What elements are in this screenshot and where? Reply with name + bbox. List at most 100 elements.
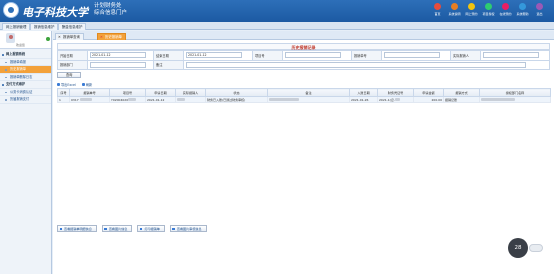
key-icon (485, 3, 492, 10)
collapse-arrow-icon[interactable] (46, 37, 50, 41)
reimb-no-field[interactable] (383, 52, 440, 59)
dept-field[interactable] (90, 61, 146, 68)
nav-home-label: 首页 (434, 12, 441, 16)
form-title: 历史报销记录 (57, 43, 550, 50)
search-button[interactable]: 查询 (57, 72, 82, 78)
close-icon[interactable]: ✕ (100, 34, 103, 41)
col-header[interactable]: 入账日期 (349, 88, 378, 97)
sidebar-item-past-payments[interactable]: 历届报销支付 (0, 96, 51, 104)
sidebar-item-delete-log[interactable]: 报销单删除日志 (0, 74, 51, 81)
redacted-text (79, 98, 92, 101)
user-name: 欢迎您 (16, 43, 26, 47)
bullet-icon (5, 61, 7, 64)
voucher-text: 2021-1(记- (379, 97, 395, 102)
nav-live-booking-label: 在线预约 (499, 12, 512, 16)
portal-header: 电子科技大学 计划财务处 综合信息门户 首页 系统说明 网上预约 项目授权 在线… (0, 0, 554, 22)
system-name-line2: 综合信息门户 (94, 9, 128, 16)
nav-project-auth[interactable]: 项目授权 (480, 3, 497, 16)
reimb-no-text: 0317 (71, 97, 79, 102)
sidebar: 欢迎您 网上报销系统 报销单填报 历史报销单 报销单删除日志 支付方式维护 公务… (0, 31, 52, 274)
start-date-field[interactable]: 2021-01-12 (90, 52, 146, 59)
col-header[interactable]: 申请金额 (413, 88, 444, 97)
redacted-text (269, 98, 299, 101)
sidebar-menu: 网上报销系统 报销单填报 历史报销单 报销单删除日志 支付方式维护 公务卡消费认… (0, 49, 51, 104)
end-date-field[interactable]: 2021-01-12 (186, 52, 243, 59)
sidebar-item-label: 报销单删除日志 (10, 74, 33, 79)
remark-label: 备注 (153, 59, 185, 70)
bullet-icon (2, 84, 4, 86)
cell-voucher: 2021-1(记- (377, 96, 414, 103)
nav-home[interactable]: 首页 (429, 3, 446, 16)
view-detail-button[interactable]: 查看报销单明细信息 (57, 225, 97, 232)
redacted-text (394, 98, 400, 101)
module-tab-info-maintenance[interactable]: 报销信息维护 (30, 23, 59, 30)
tab-reimbursement-query[interactable]: ✕ 报销单查询 (55, 33, 84, 40)
refresh-label: 刷新 (85, 82, 93, 87)
col-header[interactable]: 序号 (57, 88, 70, 97)
floating-widget-tab[interactable] (529, 244, 543, 252)
module-tab-pay-maintenance[interactable]: 酬金信息维护 (58, 23, 87, 30)
print-button[interactable]: 打印报销单 (137, 225, 165, 232)
sidebar-item-history[interactable]: 历史报销单 (0, 66, 51, 74)
grid-header-row: 序号 报销单号 项目号 申请日期 实际报销人 状态 备注 入账日期 财务凭证号 … (57, 88, 551, 97)
tab-label: 历史报销单 (105, 35, 122, 39)
end-date-label: 结束日期 (153, 50, 185, 61)
col-header[interactable]: 申请日期 (145, 88, 176, 97)
nav-live-booking[interactable]: 在线预约 (497, 3, 514, 16)
cell-amount: 200.00 (413, 96, 444, 103)
table-row[interactable]: 1 0317 Y02004020 2021-01-12 财务已入账(已通过财务审… (57, 96, 551, 103)
col-header[interactable]: 报销单号 (69, 88, 110, 97)
redacted-text (481, 98, 515, 101)
bullet-icon (5, 91, 7, 94)
university-name: 电子科技大学 (22, 6, 88, 19)
calendar-icon (468, 3, 475, 10)
sidebar-group-payment[interactable]: 支付方式维护 (0, 81, 51, 89)
col-header[interactable]: 备注 (267, 88, 350, 97)
module-tab-reimbursement[interactable]: 网上报销管理 (2, 23, 31, 30)
sidebar-item-fill-reimbursement[interactable]: 报销单填报 (0, 59, 51, 66)
nav-system-info[interactable]: 系统说明 (446, 3, 463, 16)
refresh-button[interactable]: 刷新 (81, 82, 93, 87)
col-header[interactable]: 状态 (205, 88, 268, 97)
sidebar-item-label: 网上报销系统 (6, 52, 26, 56)
sidebar-item-label: 历届报销支付 (10, 97, 30, 101)
tab-history[interactable]: ✕ 历史报销单 (97, 33, 126, 40)
sidebar-group-online-reimbursement[interactable]: 网上报销系统 (0, 51, 51, 59)
nav-online-booking[interactable]: 网上预约 (463, 3, 480, 16)
excel-icon (57, 82, 60, 86)
cell-reimb-no: 0317 (69, 96, 110, 103)
export-excel-button[interactable]: 导出Excel (57, 82, 76, 87)
redacted-text (177, 98, 185, 101)
cell-person (175, 96, 206, 103)
avatar (6, 33, 15, 43)
actual-person-label: 实际报销人 (449, 50, 481, 61)
logout-icon (536, 3, 543, 10)
project-field[interactable] (285, 52, 341, 59)
cell-project: Y02004020 (109, 96, 146, 103)
refresh-icon (81, 82, 85, 86)
nav-logout[interactable]: 退出 (531, 3, 548, 16)
project-text: Y02004020 (111, 97, 129, 102)
close-icon[interactable]: ✕ (58, 34, 61, 41)
col-header[interactable]: 财务凭证号 (377, 88, 414, 97)
nav-online-booking-label: 网上预约 (465, 12, 478, 16)
nav-system-info-label: 系统说明 (448, 12, 461, 16)
col-header[interactable]: 报销方式 (443, 88, 480, 97)
sidebar-item-card-auth[interactable]: 公务卡消费认证 (0, 89, 51, 96)
redacted-text (128, 98, 137, 101)
view-images-button[interactable]: 查看图片信息 (101, 225, 133, 232)
col-header[interactable]: 实际报销人 (175, 88, 206, 97)
tab-label: 报销单查询 (63, 35, 80, 39)
nav-help[interactable]: 系统帮助 (514, 3, 531, 16)
col-header[interactable]: 项目号 (109, 88, 146, 97)
bullet-icon (2, 54, 4, 56)
floating-widget[interactable]: 28 (508, 238, 528, 258)
module-tabs: 网上报销管理 报销信息维护 酬金信息维护 (0, 22, 554, 30)
main-content: ✕ 报销单查询 ✕ 历史报销单 历史报销记录 开始日期 2021-01-12 结束日… (53, 31, 554, 274)
help-icon (519, 3, 526, 10)
grid-toolbar: 导出Excel 刷新 (57, 81, 550, 87)
view-image-audit-button[interactable]: 查看图片审核信息 (169, 225, 207, 232)
actual-person-field[interactable] (482, 52, 539, 59)
remark-field[interactable] (186, 61, 527, 68)
col-header[interactable]: 授权部门名称 (479, 88, 551, 97)
